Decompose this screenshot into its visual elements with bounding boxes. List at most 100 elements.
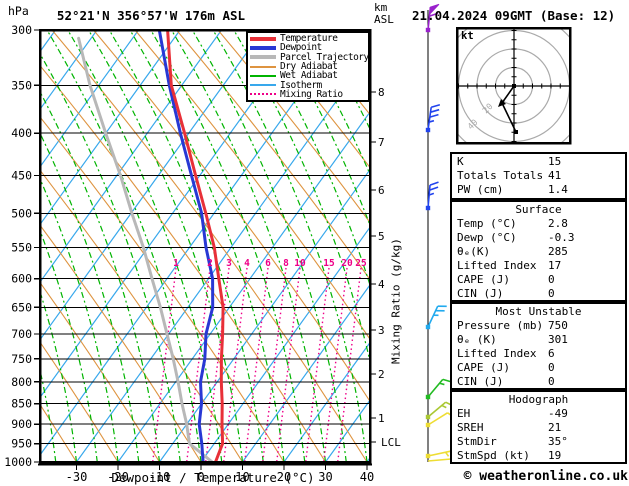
info-row-label: Lifted Index: [457, 347, 537, 360]
info-row-value: 35°: [548, 435, 568, 448]
credit-footer: © weatheronline.co.uk: [463, 469, 628, 484]
info-row-value: 750: [548, 319, 568, 332]
info-box-header: Surface: [515, 203, 562, 216]
info-row-value: 2.8: [548, 217, 568, 230]
barb-shaft: [427, 378, 444, 398]
info-row: θₑ(K) 285: [452, 245, 625, 259]
info-row: CAPE (J) 0: [452, 273, 625, 287]
wind-barb: [425, 305, 447, 330]
info-box-header: Hodograph: [508, 393, 569, 406]
temp-axis-title: Dewpoint / Temperature (°C): [111, 470, 315, 485]
mixing-ratio-label: 3: [226, 258, 232, 269]
km-tick-label: 6: [378, 184, 385, 197]
hodograph-origin-dot: [512, 84, 516, 88]
info-box-indices: K 15 Totals Totals 41 PW (cm) 1.4: [450, 152, 627, 200]
info-row-label: PW (cm): [457, 183, 504, 196]
km-tick-label: 4: [378, 278, 385, 291]
km-axis-unit: km ASL: [374, 2, 394, 26]
info-row-label: EH: [457, 407, 471, 420]
mixing-ratio-line: [223, 267, 248, 462]
lcl-label: LCL: [381, 436, 401, 449]
pressure-tick-label: 650: [11, 300, 32, 314]
barb-feather: [429, 113, 439, 118]
info-row-label: SREH: [457, 421, 484, 434]
info-row: StmSpd (kt) 19: [452, 449, 625, 463]
legend-label: Wet Adiabat: [280, 70, 338, 82]
info-row: K 15: [452, 155, 625, 169]
mixing-ratio-label: 2: [207, 258, 213, 269]
temp-tick-label: 40: [360, 470, 374, 484]
legend-label: Mixing Ratio: [280, 88, 343, 100]
info-row: StmDir 35°: [452, 435, 625, 449]
legend-swatch-dewpoint: [250, 45, 276, 50]
info-row: CIN (J) 0: [452, 375, 625, 389]
info-row-value: 17: [548, 259, 562, 272]
info-row: Temp (°C) 2.8: [452, 217, 625, 231]
barb-dot: [425, 394, 431, 400]
legend-swatch-mixing-ratio: [250, 93, 276, 96]
info-row-value: 0: [548, 273, 555, 286]
info-row-value: 0: [548, 361, 555, 374]
info-row-label: StmDir: [457, 435, 497, 448]
info-row: Lifted Index 17: [452, 259, 625, 273]
info-row-label: θₑ(K): [457, 245, 491, 258]
info-row-label: CAPE (J): [457, 273, 510, 286]
wind-barb: [425, 378, 452, 400]
km-tick-label: 8: [378, 86, 385, 99]
km-tick-label: 3: [378, 324, 385, 337]
km-unit-line2: ASL: [374, 13, 394, 26]
hodograph-ring-label: 40: [466, 118, 480, 132]
info-row-value: 285: [548, 245, 568, 258]
barb-feather: [429, 186, 439, 191]
info-row: CIN (J) 0: [452, 287, 625, 301]
pressure-tick-label: 700: [11, 327, 32, 341]
dewpoint-curve: [157, 30, 215, 462]
barb-feather: [430, 103, 441, 108]
mixing-ratio-line: [323, 267, 348, 462]
mixing-ratio-label: 6: [265, 258, 271, 269]
info-row: Totals Totals 41: [452, 169, 625, 183]
datetime-label: 21.04.2024 09GMT (Base: 12): [412, 8, 616, 23]
info-row-value: 15: [548, 155, 562, 168]
hodograph-unit-label: kt: [461, 30, 474, 42]
mixing-ratio-label: 25: [355, 258, 367, 269]
km-tick-label: 2: [378, 368, 385, 381]
legend-swatch-dry-adiabat: [250, 65, 276, 68]
temp-tick-label: -30: [66, 470, 88, 484]
legend-swatch-wet-adiabat: [250, 74, 276, 77]
km-tick-label: 1: [378, 412, 385, 425]
mixing-ratio-axis-title: Mixing Ratio (g/kg): [389, 238, 403, 364]
mixing-ratio-label: 15: [323, 258, 335, 269]
mixing-ratio-label: 10: [294, 258, 306, 269]
barb-dot: [425, 422, 431, 428]
info-row-label: Pressure (mb): [457, 319, 544, 332]
info-row-value: 19: [548, 449, 562, 462]
barb-dot: [425, 324, 431, 330]
info-row-label: CAPE (J): [457, 361, 510, 374]
pressure-tick-label: 950: [11, 437, 32, 451]
info-row-value: -0.3: [548, 231, 575, 244]
km-tick-label: 7: [378, 136, 385, 149]
pressure-tick-label: 450: [11, 168, 32, 182]
info-row-value: 41: [548, 169, 562, 182]
info-row: Lifted Index 6: [452, 347, 625, 361]
barb-dot: [425, 205, 431, 211]
barb-feather: [444, 451, 450, 457]
barb-shaft: [427, 458, 451, 462]
barb-feather: [439, 382, 445, 386]
info-row-value: 301: [548, 333, 568, 346]
pressure-tick-label: 850: [11, 397, 32, 411]
info-row: CAPE (J) 0: [452, 361, 625, 375]
info-row-label: K: [457, 155, 464, 168]
parcel-trajectory-curve: [77, 36, 214, 462]
info-row-label: CIN (J): [457, 375, 504, 388]
barb-dot: [425, 127, 431, 133]
info-row-value: 6: [548, 347, 555, 360]
barb-dot: [425, 414, 431, 420]
legend-swatch-parcel-trajectory: [250, 55, 276, 60]
mixing-ratio-label: 4: [244, 258, 250, 269]
pressure-tick-label: 600: [11, 272, 32, 286]
info-box-hodograph: Hodograph EH -49 SREH 21 StmDir 35° StmSpd (kt)…: [450, 390, 627, 464]
pressure-tick-label: 800: [11, 375, 32, 389]
hodograph-ring-label: 20: [481, 102, 495, 116]
